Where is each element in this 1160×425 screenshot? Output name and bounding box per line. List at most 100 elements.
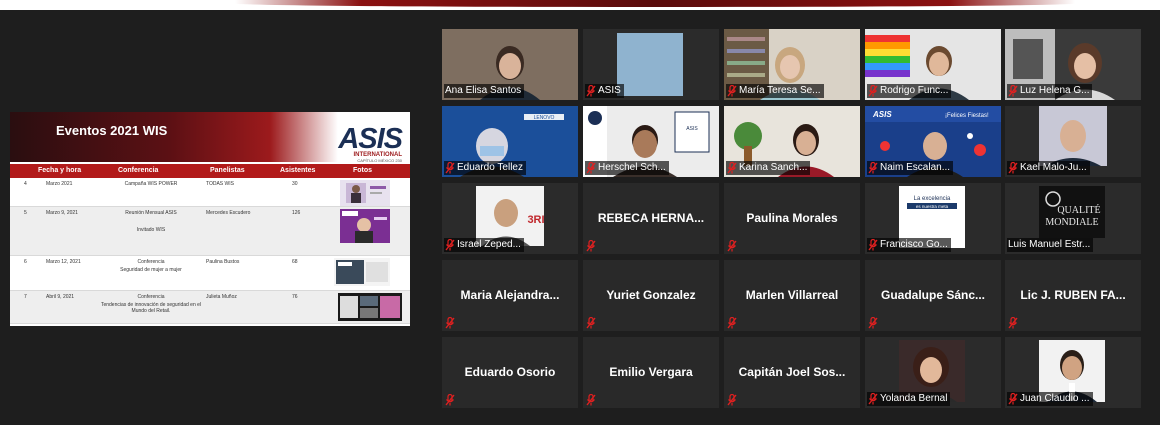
mic-muted-icon — [586, 316, 596, 329]
row-conference: Conferencia — [137, 259, 165, 265]
participant-name: Luz Helena G... — [1020, 85, 1090, 96]
row-date: Marzo 2021 — [46, 181, 73, 187]
participant-name: Luis Manuel Estr... — [1008, 239, 1091, 250]
row-conference-detail: Tendencias de innovación de seguridad en… — [100, 302, 202, 314]
participant-tile[interactable]: REBECA HERNA... — [583, 183, 719, 254]
participant-name-label: ASIS — [585, 84, 624, 98]
participant-tile[interactable]: Marlen Villarreal — [724, 260, 860, 331]
participant-tile[interactable]: Emilio Vergara — [583, 337, 719, 408]
row-conference: Conferencia — [137, 294, 165, 300]
participant-name: Marlen Villarreal — [745, 288, 839, 302]
participant-tile[interactable]: Paulina Morales — [724, 183, 860, 254]
col-header: Asistentes — [280, 167, 316, 174]
svg-text:3RI: 3RI — [527, 214, 544, 226]
participant-tile[interactable]: Eduardo Osorio — [442, 337, 578, 408]
table-row: 6 Marzo 12, 2021 Conferencia Seguridad de m… — [10, 256, 410, 291]
mic-muted-icon — [727, 316, 737, 329]
participant-tile[interactable]: Ana Elisa Santos — [442, 29, 578, 100]
participant-tile[interactable]: Capitán Joel Sos... — [724, 337, 860, 408]
row-photo — [338, 293, 402, 323]
row-conference-detail: Seguridad de mujer a mujer — [120, 267, 182, 273]
mic-muted-icon — [445, 238, 455, 251]
mic-muted-icon — [727, 239, 737, 252]
participant-tile[interactable]: María Teresa Se... — [724, 29, 860, 100]
mic-muted-icon — [727, 84, 737, 97]
participant-name: Naim Escalan... — [880, 162, 951, 173]
mic-muted-icon — [586, 393, 596, 406]
participant-tile[interactable]: Karina Sanch... — [724, 106, 860, 177]
participant-name: REBECA HERNA... — [597, 211, 705, 225]
participant-tile[interactable]: Rodrigo Func... — [865, 29, 1001, 100]
participant-name: Maria Alejandra... — [460, 288, 560, 302]
mic-muted-icon — [868, 84, 878, 97]
svg-text:¡Felices Fiestas!: ¡Felices Fiestas! — [945, 113, 989, 119]
row-number: 4 — [24, 181, 27, 187]
mic-muted-icon — [868, 316, 878, 329]
participant-name-label: Francisco Go... — [867, 238, 951, 252]
top-swoosh — [235, 0, 1075, 7]
participant-name: Yolanda Bernal — [880, 393, 948, 404]
participant-tile[interactable]: Luz Helena G... — [1005, 29, 1141, 100]
participant-tile[interactable]: Guadalupe Sánc... — [865, 260, 1001, 331]
row-conference: Campaña WIS POWER — [124, 181, 178, 187]
svg-text:es nuestra meta: es nuestra meta — [916, 204, 949, 209]
table-row: 4 Marzo 2021 Campaña WIS POWER TODAS WIS 30 — [10, 178, 410, 207]
events-table-header: Fecha y hora Conferencia Panelistas Asis… — [10, 164, 410, 178]
participant-tile[interactable]: La excelencia es nuestra meta Francisco Go… — [865, 183, 1001, 254]
participant-name: Paulina Morales — [746, 211, 838, 225]
participant-name: Juan Claudio ... — [1020, 393, 1090, 404]
participant-name-label: Ana Elisa Santos — [444, 84, 525, 98]
row-date: Marzo 9, 2021 — [46, 210, 78, 216]
participant-name-label: Naim Escalan... — [867, 161, 954, 175]
shared-screen[interactable]: Eventos 2021 WIS ASIS INTERNATIONAL CAPÍ… — [10, 112, 410, 326]
participant-name-label: Juan Claudio ... — [1007, 392, 1093, 406]
participant-tile[interactable]: Yolanda Bernal — [865, 337, 1001, 408]
row-number: 6 — [24, 259, 27, 265]
row-panelist: TODAS WIS — [206, 181, 234, 187]
participant-name: Emilio Vergara — [609, 365, 693, 379]
participant-name-label: Eduardo Tellez — [444, 161, 526, 175]
participant-name: ASIS — [598, 85, 621, 96]
mic-muted-icon — [727, 393, 737, 406]
participant-name: Herschel Sch... — [598, 162, 666, 173]
participant-tile[interactable]: LENOVO Eduardo Tellez — [442, 106, 578, 177]
row-number: 7 — [24, 294, 27, 300]
col-header: Fecha y hora — [38, 167, 82, 174]
participant-name-label: María Teresa Se... — [726, 84, 824, 98]
participant-tile[interactable]: Kael Malo-Ju... — [1005, 106, 1141, 177]
row-panelist: Mercedes Escudero — [206, 210, 251, 216]
table-row: 5 Marzo 9, 2021 Reunión Mensual ASIS Invita… — [10, 207, 410, 256]
events-table: Fecha y hora Conferencia Panelistas Asis… — [10, 164, 410, 324]
mic-muted-icon — [586, 239, 596, 252]
participant-tile[interactable]: ASIS — [583, 29, 719, 100]
participant-tile[interactable]: 3RI Israel Zeped... — [442, 183, 578, 254]
participant-tile[interactable]: Maria Alejandra... — [442, 260, 578, 331]
participant-name: Yuriet Gonzalez — [606, 288, 696, 302]
participant-name-label: Luz Helena G... — [1007, 84, 1093, 98]
svg-text:ASIS: ASIS — [872, 110, 892, 119]
svg-text:ASIS: ASIS — [686, 126, 698, 132]
participant-tile[interactable]: QUALITÉ MONDIALE Luis Manuel Estr... — [1005, 183, 1141, 254]
participant-tile[interactable]: ASIS ¡Felices Fiestas! Naim Escalan... — [865, 106, 1001, 177]
participant-tile[interactable]: Lic J. RUBEN FA... — [1005, 260, 1141, 331]
row-attendees: 68 — [292, 259, 298, 265]
asis-logo-word: ASIS — [338, 123, 403, 155]
svg-text:La excelencia: La excelencia — [914, 196, 951, 202]
participant-name-label: Yolanda Bernal — [867, 392, 951, 406]
mic-muted-icon — [868, 238, 878, 251]
row-attendees: 126 — [292, 210, 301, 216]
participant-name: Kael Malo-Ju... — [1020, 162, 1087, 173]
participant-name: María Teresa Se... — [739, 85, 821, 96]
mic-muted-icon — [445, 161, 455, 174]
row-photo — [340, 180, 390, 208]
top-decoration — [0, 0, 1160, 10]
mic-muted-icon — [1008, 316, 1018, 329]
participant-tile[interactable]: Yuriet Gonzalez — [583, 260, 719, 331]
participant-tile[interactable]: ASIS Herschel Sch... — [583, 106, 719, 177]
participant-tile[interactable]: Juan Claudio ... — [1005, 337, 1141, 408]
mic-muted-icon — [1008, 392, 1018, 405]
participant-name-label: Kael Malo-Ju... — [1007, 161, 1090, 175]
participant-name: Francisco Go... — [880, 239, 948, 250]
mic-muted-icon — [1008, 161, 1018, 174]
asis-logo-sub2: CAPÍTULO MÉXICO 230 — [357, 158, 402, 163]
